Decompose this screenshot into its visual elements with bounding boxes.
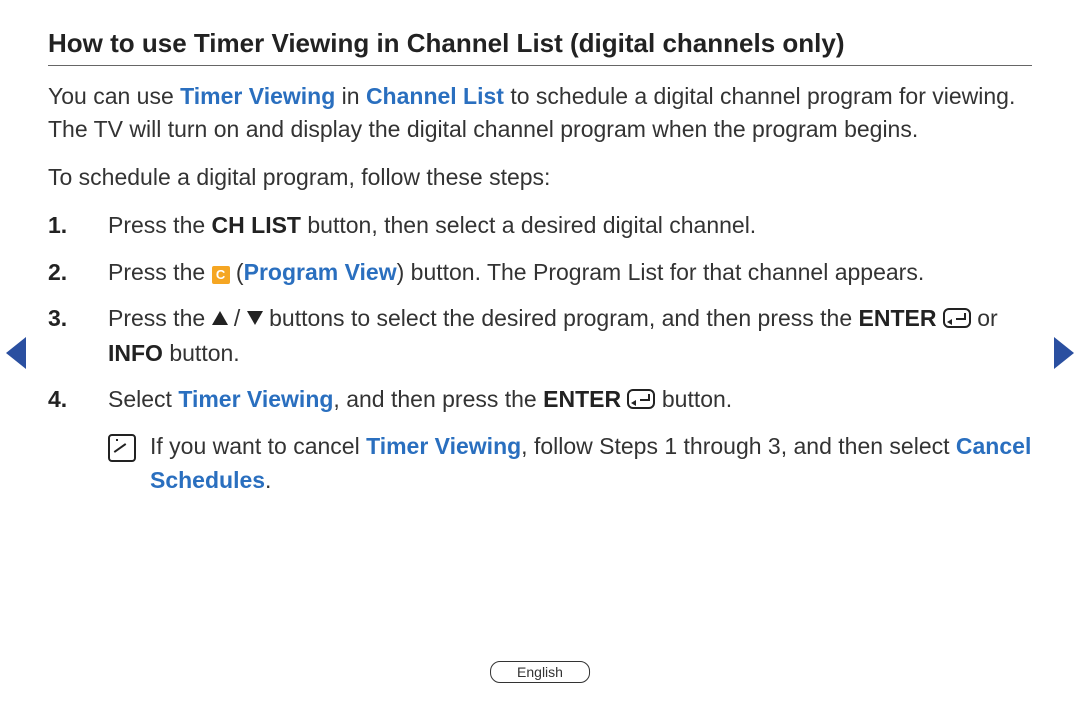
highlight-program-view: Program View: [244, 259, 397, 285]
highlight-timer-viewing: Timer Viewing: [180, 83, 335, 109]
text: button.: [163, 340, 240, 366]
text: , and then press the: [333, 386, 543, 412]
text: If you want to cancel: [150, 433, 366, 459]
note: If you want to cancel Timer Viewing, fol…: [48, 429, 1032, 498]
lead-paragraph: To schedule a digital program, follow th…: [48, 161, 1032, 194]
step-4: 4. Select Timer Viewing, and then press …: [108, 382, 1032, 417]
up-arrow-icon: [212, 311, 228, 325]
highlight-timer-viewing: Timer Viewing: [366, 433, 521, 459]
text: /: [228, 305, 247, 331]
manual-page: How to use Timer Viewing in Channel List…: [0, 0, 1080, 705]
step-number: 2.: [48, 255, 92, 290]
text: Select: [108, 386, 178, 412]
text: , follow Steps 1 through 3, and then sel…: [521, 433, 956, 459]
highlight-channel-list: Channel List: [366, 83, 504, 109]
text: You can use: [48, 83, 180, 109]
text: button, then select a desired digital ch…: [301, 212, 756, 238]
steps-list: 1. Press the CH LIST button, then select…: [48, 208, 1032, 417]
step-2: 2. Press the C (Program View) button. Th…: [108, 255, 1032, 290]
text: in: [335, 83, 366, 109]
next-page-button[interactable]: [1054, 337, 1074, 369]
step-1: 1. Press the CH LIST button, then select…: [108, 208, 1032, 243]
text: .: [265, 467, 271, 493]
text: Press the: [108, 305, 212, 331]
intro-paragraph: You can use Timer Viewing in Channel Lis…: [48, 80, 1032, 147]
enter-label: ENTER: [859, 305, 937, 331]
note-icon: [108, 434, 136, 462]
enter-icon: [943, 308, 971, 328]
enter-icon: [627, 389, 655, 409]
highlight-timer-viewing: Timer Viewing: [178, 386, 333, 412]
text: Press the: [108, 259, 212, 285]
text: Press the: [108, 212, 212, 238]
language-badge: English: [490, 661, 590, 683]
step-number: 1.: [48, 208, 92, 243]
enter-label: ENTER: [543, 386, 621, 412]
text: button.: [655, 386, 732, 412]
ch-list-label: CH LIST: [212, 212, 301, 238]
step-number: 3.: [48, 301, 92, 336]
c-button-icon: C: [212, 266, 230, 284]
step-number: 4.: [48, 382, 92, 417]
prev-page-button[interactable]: [6, 337, 26, 369]
text: or: [971, 305, 998, 331]
step-3: 3. Press the / buttons to select the des…: [108, 301, 1032, 370]
page-title: How to use Timer Viewing in Channel List…: [48, 28, 1032, 66]
info-label: INFO: [108, 340, 163, 366]
text: (: [230, 259, 244, 285]
text: button. The Program List for that channe…: [404, 259, 924, 285]
down-arrow-icon: [247, 311, 263, 325]
text: buttons to select the desired program, a…: [263, 305, 859, 331]
note-text: If you want to cancel Timer Viewing, fol…: [150, 429, 1032, 498]
